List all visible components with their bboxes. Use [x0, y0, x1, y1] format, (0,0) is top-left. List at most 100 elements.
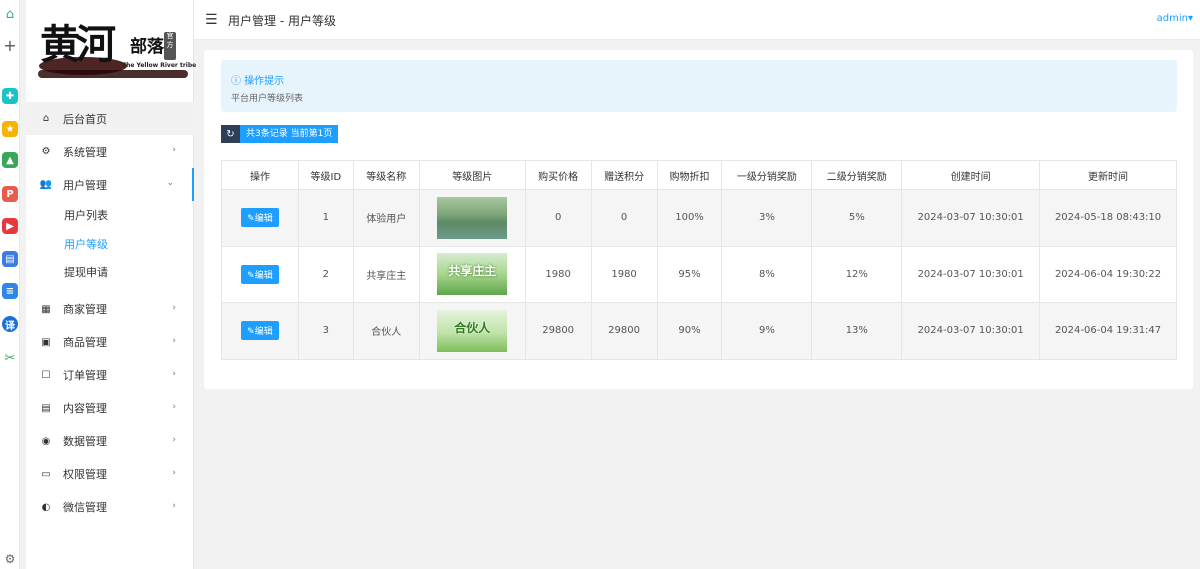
- scissors-icon[interactable]: ✂: [2, 350, 18, 366]
- table-row: ✎编辑 2 共享庄主 共享庄主 1980 1980 95% 8% 12% 202…: [221, 245, 1177, 303]
- tip-box: ⓘ 操作提示 平台用户等级列表: [221, 60, 1177, 112]
- logo-title-big: 黄河: [40, 21, 116, 68]
- cell-name: 共享庄主: [352, 245, 420, 303]
- settings-icon[interactable]: ⚙: [2, 551, 18, 567]
- clipboard-icon: ☐: [41, 369, 51, 381]
- table-cell: ✎编辑: [221, 189, 299, 247]
- username: admin: [1156, 13, 1188, 24]
- col-header: 购买价格: [524, 160, 592, 190]
- sidebar-item-label: 商品管理: [63, 336, 107, 349]
- cell-created: 2024-03-07 10:30:01: [901, 189, 1041, 247]
- edit-label: 编辑: [254, 270, 273, 281]
- edit-label: 编辑: [254, 327, 273, 338]
- table-cell: ✎编辑: [221, 245, 299, 303]
- sidebar-sub-withdraw[interactable]: 提现申请: [26, 258, 194, 287]
- chevron-right-icon: ›: [172, 500, 176, 511]
- cell-price: 1980: [524, 245, 592, 303]
- sidebar-item-wechat[interactable]: ◐ 微信管理 ›: [26, 491, 194, 524]
- sidebar-item-users[interactable]: 👥 用户管理 ⌄: [26, 168, 194, 201]
- logo-underline: [38, 70, 188, 78]
- caret-down-icon: ▾: [1187, 13, 1193, 24]
- home-icon: ⌂: [42, 113, 50, 124]
- tip-title: 操作提示: [244, 76, 285, 87]
- cell-lv1: 3%: [721, 189, 813, 247]
- gear-icon: ⚙: [41, 146, 51, 157]
- pencil-icon: ✎: [247, 270, 255, 281]
- cell-lv2: 12%: [811, 245, 903, 303]
- database-icon: ◉: [41, 435, 51, 447]
- sidebar-item-permissions[interactable]: ▭ 权限管理 ›: [26, 458, 194, 491]
- doc-app-icon[interactable]: ≡: [2, 283, 18, 299]
- add-icon[interactable]: +: [2, 36, 18, 55]
- sidebar-item-data[interactable]: ◉ 数据管理 ›: [26, 425, 194, 458]
- table-row: ✎编辑 1 体验用户 0 0 100% 3% 5% 2024-03-07 10:…: [221, 189, 1177, 247]
- sidebar-item-label: 权限管理: [63, 468, 107, 481]
- sidebar-item-orders[interactable]: ☐ 订单管理 ›: [26, 359, 194, 392]
- video-app-icon[interactable]: ▶: [2, 218, 18, 234]
- cell-updated: 2024-06-04 19:31:47: [1039, 302, 1177, 360]
- cell-points: 0: [590, 189, 658, 247]
- table-cell: ✎编辑: [221, 302, 299, 360]
- sidebar-item-content[interactable]: ▤ 内容管理 ›: [26, 392, 194, 425]
- sidebar-sub-user-level[interactable]: 用户等级: [26, 230, 194, 259]
- col-header: 购物折扣: [656, 160, 723, 190]
- col-header: 等级ID: [297, 160, 354, 190]
- table-cell: 共享庄主: [418, 245, 526, 303]
- logo-title-small: 部落: [130, 37, 164, 57]
- cell-discount: 100%: [656, 189, 723, 247]
- image-app-icon[interactable]: ▲: [2, 152, 18, 168]
- pencil-icon: ✎: [247, 327, 255, 338]
- sidebar-item-label: 数据管理: [63, 435, 107, 448]
- sidebar-item-merchant[interactable]: ▦ 商家管理 ›: [26, 293, 194, 326]
- logo: 黄河 部落 官方 The Yellow River tribe: [34, 6, 196, 86]
- chevron-right-icon: ›: [172, 467, 176, 478]
- sidebar-menu: ⌂ 后台首页 ⚙ 系统管理 › 👥 用户管理 ⌄ 用户列表 用户等级 提现申请 …: [26, 102, 194, 524]
- cell-lv2: 13%: [811, 302, 903, 360]
- cell-name: 体验用户: [352, 189, 420, 247]
- col-header: 等级图片: [418, 160, 526, 190]
- home-icon[interactable]: ⌂: [2, 6, 18, 22]
- edit-button[interactable]: ✎编辑: [241, 321, 279, 341]
- col-header: 操作: [221, 160, 299, 190]
- star-icon[interactable]: ★: [2, 121, 18, 137]
- user-menu[interactable]: admin▾: [1157, 13, 1193, 24]
- edit-button[interactable]: ✎编辑: [241, 208, 279, 228]
- cell-discount: 95%: [656, 245, 723, 303]
- col-header: 一级分销奖励: [721, 160, 813, 190]
- tip-text: 平台用户等级列表: [231, 94, 304, 104]
- chevron-right-icon: ›: [172, 401, 176, 412]
- cell-created: 2024-03-07 10:30:01: [901, 302, 1041, 360]
- level-image: 合伙人: [437, 309, 508, 352]
- cell-discount: 90%: [656, 302, 723, 360]
- cell-lv1: 8%: [721, 245, 813, 303]
- cell-updated: 2024-06-04 19:30:22: [1039, 245, 1177, 303]
- translate-icon[interactable]: 译: [2, 316, 18, 332]
- cell-id: 2: [297, 245, 354, 303]
- col-header: 赠送积分: [590, 160, 658, 190]
- pdf-app-icon[interactable]: P: [2, 186, 18, 202]
- chevron-down-icon: ⌄: [166, 178, 174, 188]
- sidebar-sub-user-list[interactable]: 用户列表: [26, 201, 194, 230]
- chart-app-icon[interactable]: ▤: [2, 251, 18, 267]
- tip-title-row: ⓘ 操作提示: [231, 72, 284, 87]
- chevron-right-icon: ›: [172, 368, 176, 379]
- record-stat: ↻ 共3条记录 当前第1页: [221, 125, 339, 143]
- top-header: ☰ 用户管理 - 用户等级 admin▾: [194, 0, 1200, 40]
- table-cell: 合伙人: [418, 302, 526, 360]
- chevron-right-icon: ›: [172, 434, 176, 445]
- cell-id: 3: [297, 302, 354, 360]
- sidebar-item-goods[interactable]: ▣ 商品管理 ›: [26, 326, 194, 359]
- menu-toggle-icon[interactable]: ☰: [205, 12, 218, 28]
- app-cross-icon[interactable]: ✚: [2, 88, 18, 104]
- refresh-icon[interactable]: ↻: [221, 125, 240, 143]
- sidebar-item-label: 后台首页: [63, 112, 107, 126]
- sidebar: 黄河 部落 官方 The Yellow River tribe ⌂ 后台首页 ⚙…: [26, 0, 196, 569]
- table-header-row: 操作 等级ID 等级名称 等级图片 购买价格 赠送积分 购物折扣 一级分销奖励 …: [221, 160, 1177, 190]
- sidebar-item-home[interactable]: ⌂ 后台首页: [26, 102, 194, 135]
- edit-button[interactable]: ✎编辑: [241, 264, 279, 284]
- col-header: 二级分销奖励: [811, 160, 903, 190]
- table-cell: [418, 189, 526, 247]
- edit-label: 编辑: [254, 214, 273, 225]
- cell-points: 29800: [590, 302, 658, 360]
- sidebar-item-system[interactable]: ⚙ 系统管理 ›: [26, 135, 194, 168]
